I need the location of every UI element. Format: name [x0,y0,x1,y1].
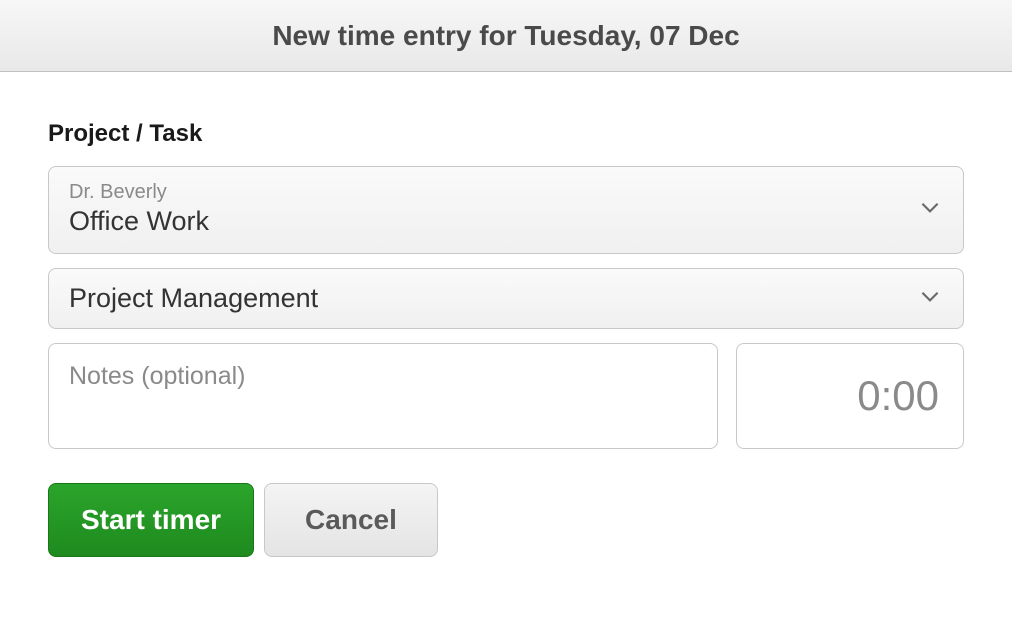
notes-input[interactable] [48,343,718,449]
dialog-content: Project / Task Dr. Beverly Office Work P… [0,72,1012,557]
project-select[interactable]: Dr. Beverly Office Work [48,166,964,254]
task-select[interactable]: Project Management [48,268,964,329]
project-name-label: Office Work [69,206,209,237]
dialog-title: New time entry for Tuesday, 07 Dec [272,20,739,52]
dialog-header: New time entry for Tuesday, 07 Dec [0,0,1012,72]
project-task-label: Project / Task [48,120,964,148]
cancel-button[interactable]: Cancel [264,483,438,557]
chevron-down-icon [917,194,943,225]
project-select-content: Dr. Beverly Office Work [69,181,209,237]
time-input[interactable] [736,343,964,449]
project-client-label: Dr. Beverly [69,181,209,204]
start-timer-button[interactable]: Start timer [48,483,254,557]
chevron-down-icon [917,283,943,314]
button-row: Start timer Cancel [48,483,964,557]
task-name-label: Project Management [69,283,318,314]
notes-time-row [48,343,964,449]
